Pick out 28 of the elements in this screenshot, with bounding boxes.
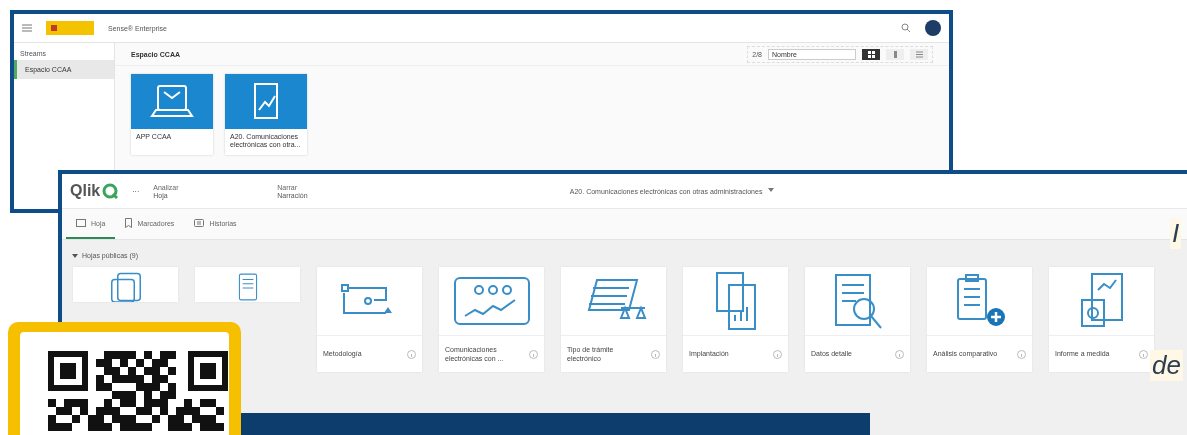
sheet-card[interactable]	[195, 267, 300, 302]
caret-icon	[768, 187, 775, 192]
logo-ring-icon	[102, 183, 119, 199]
list-view-button[interactable]	[910, 48, 928, 60]
grid-view-button[interactable]	[862, 48, 880, 60]
crest-icon	[50, 24, 58, 32]
info-icon	[651, 349, 660, 359]
info-icon	[407, 349, 416, 359]
logo-text: Qlik	[70, 182, 101, 200]
tablet-chart-icon	[452, 276, 531, 326]
avatar[interactable]	[925, 20, 941, 36]
sheet-card[interactable]	[73, 267, 178, 302]
info-icon	[529, 349, 538, 359]
info-icon	[773, 349, 782, 359]
slide-text: de	[1150, 350, 1183, 381]
tile-view-button[interactable]	[886, 48, 904, 60]
info-icon	[895, 349, 904, 359]
menu-icon	[22, 24, 32, 32]
story-icon	[194, 218, 205, 228]
info-icon	[1139, 349, 1148, 359]
sheet-icon	[76, 219, 86, 227]
report-chart-icon	[251, 81, 281, 122]
info-icon	[1017, 349, 1026, 359]
grid-icon	[866, 49, 876, 59]
slide-text: I	[1170, 218, 1182, 249]
search-icon	[901, 23, 911, 33]
list-icon	[914, 49, 924, 59]
bookmark-icon	[125, 218, 133, 228]
